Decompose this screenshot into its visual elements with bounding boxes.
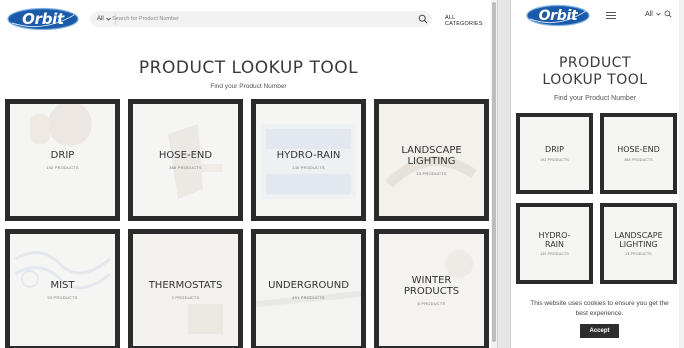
tile-card: HYDRO-RAIN 130 PRODUCTS [256, 104, 361, 216]
menu-line [606, 12, 616, 13]
logo-text: Orbit [538, 7, 578, 24]
menu-line [606, 15, 616, 16]
category-tile-mist[interactable]: MIST 53 PRODUCTS [5, 229, 120, 348]
tile-name: LANDSCAPE LIGHTING [401, 144, 462, 168]
cookie-message: This website uses cookies to ensure you … [530, 300, 669, 317]
menu-icon[interactable] [606, 12, 616, 19]
tile-name: HYDRO-RAIN [276, 150, 341, 162]
cookie-banner: This website uses cookies to ensure you … [515, 296, 684, 348]
tile-count: 130 PRODUCTS [540, 252, 569, 257]
all-categories-label: ALL CATEGORIES [445, 15, 483, 27]
tile-count: 13 PRODUCTS [416, 170, 447, 176]
page-title: PRODUCT LOOKUP TOOL [511, 55, 679, 89]
search-scope-label: All [645, 10, 653, 18]
search-icon[interactable] [418, 14, 428, 24]
category-tile-drip[interactable]: DRIP 192 PRODUCTS [5, 99, 120, 221]
category-tile-underground[interactable]: UNDERGROUND 491 PRODUCTS [251, 229, 366, 348]
tile-card: LANDSCAPE LIGHTING 13 PRODUCTS [379, 104, 484, 216]
accept-cookies-button[interactable]: Accept [580, 324, 619, 338]
viewport-divider [497, 0, 511, 348]
all-categories-dropdown[interactable]: ALL CATEGORIES [445, 15, 497, 27]
category-tile-winter-products[interactable]: WINTER PRODUCTS 6 PRODUCTS [374, 229, 489, 348]
tile-count: 2 PRODUCTS [171, 294, 200, 300]
tile-name: HYDRO- RAIN [538, 230, 571, 249]
search-icon[interactable] [664, 10, 672, 18]
category-tile-hose-end[interactable]: HOSE-END 368 PRODUCTS [128, 99, 243, 221]
tile-name: LANDSCAPE LIGHTING [614, 230, 663, 249]
tile-name: HOSE-END [617, 145, 660, 155]
tile-card: HOSE-END 368 PRODUCTS [133, 104, 238, 216]
tile-count: 192 PRODUCTS [540, 157, 569, 162]
category-tile-landscape-lighting[interactable]: LANDSCAPE LIGHTING 13 PRODUCTS [600, 203, 677, 284]
tile-card: DRIP 192 PRODUCTS [10, 104, 115, 216]
tile-count: 13 PRODUCTS [625, 252, 652, 257]
tile-card: HOSE-END 368 PRODUCTS [604, 117, 673, 190]
category-tile-hose-end[interactable]: HOSE-END 368 PRODUCTS [600, 113, 677, 194]
category-tile-landscape-lighting[interactable]: LANDSCAPE LIGHTING 13 PRODUCTS [374, 99, 489, 221]
tile-card: HYDRO- RAIN 130 PRODUCTS [520, 207, 589, 280]
category-tile-hydro-rain[interactable]: HYDRO-RAIN 130 PRODUCTS [251, 99, 366, 221]
search-bar: All [90, 11, 432, 27]
search-scope-label: All [97, 16, 104, 22]
mobile-scrollbar[interactable] [679, 0, 684, 348]
tile-count: 368 PRODUCTS [624, 157, 653, 162]
page-subtitle: Find your Product Number [210, 83, 287, 90]
tile-name: MIST [50, 280, 75, 292]
category-tile-hydro-rain[interactable]: HYDRO- RAIN 130 PRODUCTS [516, 203, 593, 284]
tile-name: THERMOSTATS [148, 280, 223, 292]
tile-card: THERMOSTATS 2 PRODUCTS [133, 234, 238, 346]
search-scope-select[interactable]: All [645, 10, 672, 18]
tile-name: UNDERGROUND [268, 280, 349, 292]
tile-card: UNDERGROUND 491 PRODUCTS [256, 234, 361, 346]
page-title-line-1: PRODUCT [558, 55, 632, 71]
page-subtitle: Find your Product Number [553, 95, 637, 102]
tile-name: DRIP [545, 145, 564, 155]
tile-card: LANDSCAPE LIGHTING 13 PRODUCTS [604, 207, 673, 280]
page-title-line-2: LOOKUP TOOL [542, 72, 648, 88]
category-tile-drip[interactable]: DRIP 192 PRODUCTS [516, 113, 593, 194]
orbit-logo[interactable]: Orbit [525, 4, 591, 27]
menu-line [606, 18, 616, 19]
chevron-down-icon [655, 12, 661, 16]
page-title: PRODUCT LOOKUP TOOL [138, 58, 359, 78]
tile-count: 368 PRODUCTS [169, 164, 202, 170]
tile-count: 130 PRODUCTS [292, 164, 325, 170]
desktop-view: Orbit All ALL CATEGORIES PRODUCT LOOKUP … [0, 0, 497, 348]
tile-count: 192 PRODUCTS [46, 164, 79, 170]
tile-card: WINTER PRODUCTS 6 PRODUCTS [379, 234, 484, 346]
orbit-logo[interactable]: Orbit [6, 7, 80, 31]
tile-card: MIST 53 PRODUCTS [10, 234, 115, 346]
tile-name: WINTER PRODUCTS [403, 274, 460, 298]
category-tile-thermostats[interactable]: THERMOSTATS 2 PRODUCTS [128, 229, 243, 348]
mobile-view: Orbit All PRODUCT LOOKUP TOOL Find your … [511, 0, 684, 348]
tile-count: 491 PRODUCTS [292, 294, 325, 300]
tile-card: DRIP 192 PRODUCTS [520, 117, 589, 190]
logo-text: Orbit [22, 10, 64, 28]
search-input[interactable] [112, 13, 412, 25]
scrollbar-thumb[interactable] [492, 2, 496, 342]
tile-name: DRIP [50, 150, 75, 162]
chevron-down-icon [105, 17, 111, 21]
tile-name: HOSE-END [158, 150, 213, 162]
tile-count: 6 PRODUCTS [417, 300, 446, 306]
tile-count: 53 PRODUCTS [47, 294, 78, 300]
